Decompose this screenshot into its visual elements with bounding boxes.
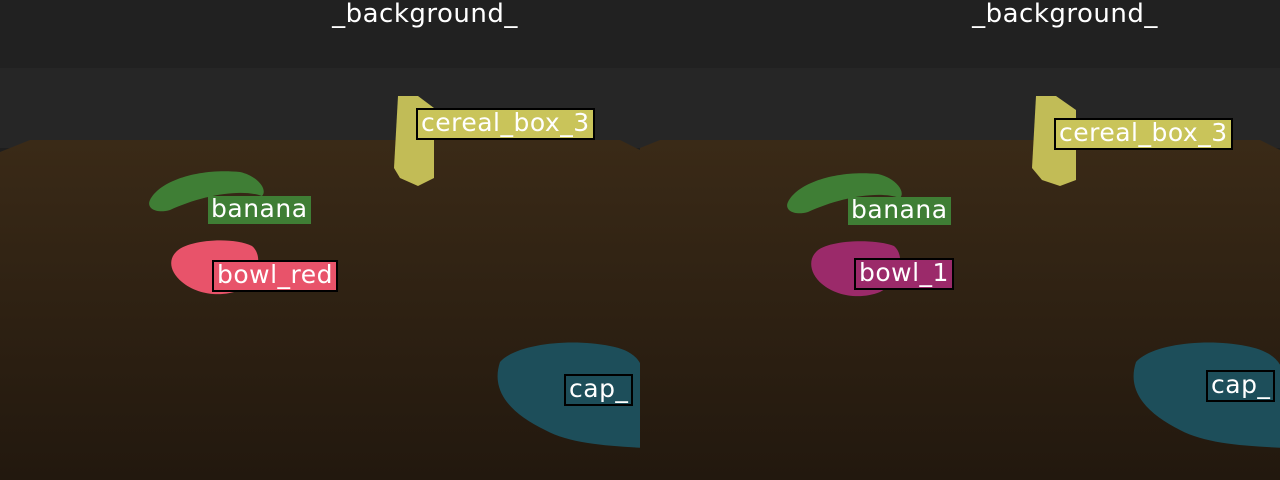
cap-label: cap_ — [564, 374, 634, 406]
scene-right — [640, 0, 1280, 480]
scene-left — [0, 0, 640, 480]
left-segmentation-view: _background_ cereal_box_3 banana bowl_re… — [0, 0, 640, 480]
background-label: _background_ — [972, 0, 1158, 29]
cereal-box-label: cereal_box_3 — [1054, 118, 1233, 150]
banana-label: banana — [848, 197, 951, 225]
bowl-label: bowl_red — [212, 260, 339, 292]
right-segmentation-view: _background_ cereal_box_3 banana bowl_1 … — [640, 0, 1280, 480]
cereal-box-label: cereal_box_3 — [416, 108, 595, 140]
bowl-label: bowl_1 — [854, 258, 954, 290]
cap-label: cap_ — [1206, 370, 1276, 402]
background-label: _background_ — [332, 0, 518, 29]
banana-label: banana — [208, 196, 311, 224]
